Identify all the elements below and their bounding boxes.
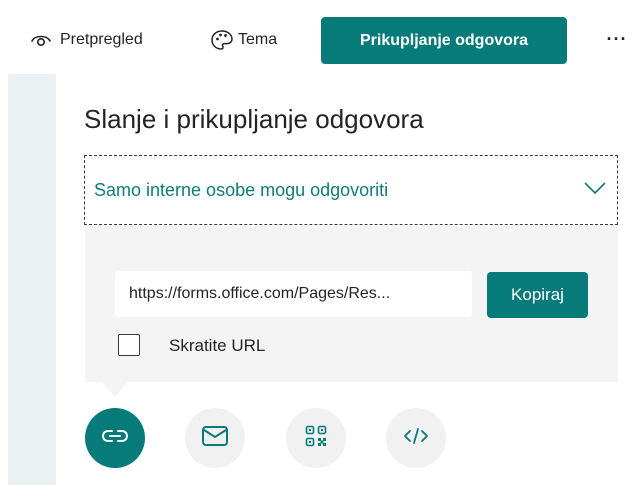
palette-icon (210, 29, 234, 51)
shorten-url-label: Skratite URL (169, 336, 266, 355)
more-icon: ··· (606, 28, 628, 49)
more-options-button[interactable]: ··· (604, 24, 630, 54)
link-icon (101, 428, 129, 449)
eye-icon (30, 32, 52, 48)
shorten-url-checkbox[interactable] (118, 334, 140, 356)
url-field-value: https://forms.office.com/Pages/Res... (129, 285, 391, 302)
left-background-strip (8, 74, 56, 485)
theme-button[interactable]: Tema (210, 27, 277, 53)
mail-icon (201, 425, 229, 452)
copy-button-label: Kopiraj (511, 285, 564, 304)
copy-button[interactable]: Kopiraj (487, 272, 588, 318)
collect-responses-label: Prikupljanje odgovora (359, 31, 529, 49)
share-qr-button[interactable] (286, 408, 346, 468)
link-panel-pointer (101, 381, 129, 397)
collect-responses-button[interactable]: Prikupljanje odgovora (321, 17, 567, 64)
embed-code-icon (403, 427, 429, 450)
share-embed-button[interactable] (386, 408, 446, 468)
top-toolbar: Pretpregled Tema Prikupljanje odgovora ·… (0, 0, 635, 74)
preview-button[interactable]: Pretpregled (30, 27, 143, 53)
audience-dropdown-value: Samo interne osobe mogu odgovoriti (94, 179, 389, 200)
url-field[interactable]: https://forms.office.com/Pages/Res... (115, 271, 472, 317)
qr-code-icon (305, 425, 327, 452)
share-email-button[interactable] (185, 408, 245, 468)
audience-dropdown[interactable]: Samo interne osobe mogu odgovoriti (84, 155, 618, 225)
theme-label: Tema (238, 31, 278, 48)
share-link-button[interactable] (85, 408, 145, 468)
chevron-down-icon (583, 180, 607, 201)
preview-label: Pretpregled (60, 31, 143, 48)
panel-title: Slanje i prikupljanje odgovora (84, 104, 424, 134)
